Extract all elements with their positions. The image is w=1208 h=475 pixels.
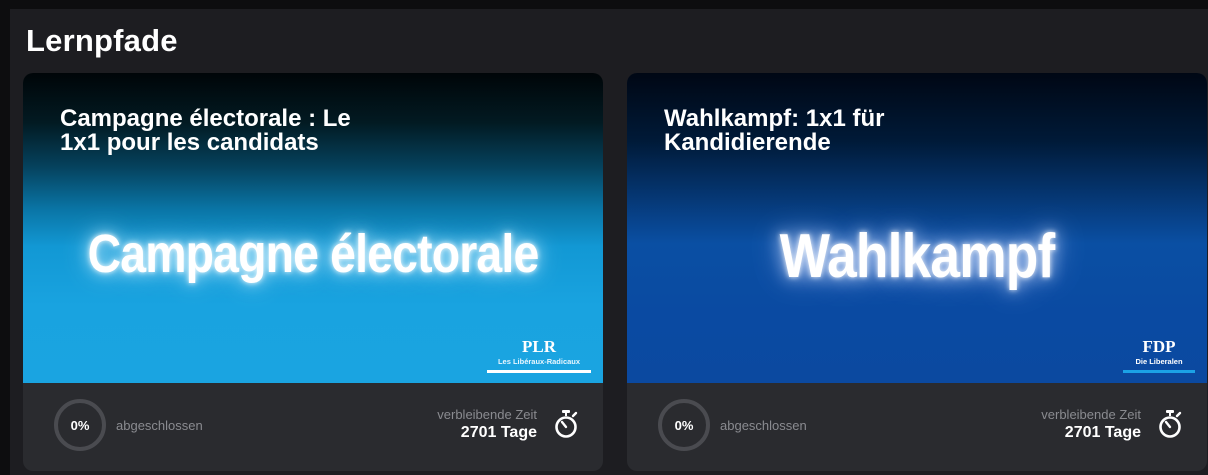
remaining-time: verbleibende Zeit 2701 Tage — [437, 407, 537, 443]
remaining-time: verbleibende Zeit 2701 Tage — [1041, 407, 1141, 443]
fdp-logo: FDP Die Liberalen — [1123, 338, 1195, 373]
learning-paths-panel: Lernpfade Campagne électorale : Le 1x1 p… — [10, 9, 1208, 475]
card-footer: 0% abgeschlossen verbleibende Zeit 2701 … — [627, 383, 1207, 471]
stopwatch-icon — [555, 410, 578, 438]
remaining-time-label: verbleibende Zeit — [1041, 407, 1141, 422]
remaining-time-value: 2701 Tage — [460, 424, 537, 441]
logo-sub-text: Les Libéraux-Radicaux — [497, 357, 581, 366]
card-banner[interactable]: Campagne électorale : Le 1x1 pour les ca… — [23, 73, 603, 383]
card-title: Wahlkampf: 1x1 für Kandidierende — [664, 107, 1044, 155]
progress-ring: 0% — [54, 399, 106, 451]
logo-main-text: FDP — [1142, 337, 1176, 356]
banner-glow-text: Wahlkampf — [779, 222, 1056, 291]
card-footer: 0% abgeschlossen verbleibende Zeit 2701 … — [23, 383, 603, 471]
remaining-time-value: 2701 Tage — [1064, 424, 1141, 441]
progress-label: abgeschlossen — [720, 418, 807, 433]
progress-ring: 0% — [658, 399, 710, 451]
plr-logo: PLR Les Libéraux-Radicaux — [487, 338, 591, 373]
card-title-line: Campagne électorale : Le — [60, 105, 351, 132]
banner-glow-text: Campagne électorale — [87, 224, 540, 284]
learning-path-card[interactable]: Campagne électorale : Le 1x1 pour les ca… — [23, 73, 603, 471]
logo-sub-text: Die Liberalen — [1135, 357, 1183, 366]
logo-main-text: PLR — [522, 337, 556, 356]
card-title-line: Kandidierende — [664, 129, 831, 156]
progress-label: abgeschlossen — [116, 418, 203, 433]
learning-path-card[interactable]: Wahlkampf: 1x1 für Kandidierende Wahlkam… — [627, 73, 1207, 471]
logo-underline — [1123, 370, 1195, 373]
logo-underline — [487, 370, 591, 373]
card-title: Campagne électorale : Le 1x1 pour les ca… — [60, 107, 440, 155]
card-title-line: 1x1 pour les candidats — [60, 129, 319, 156]
remaining-time-label: verbleibende Zeit — [437, 407, 537, 422]
card-title-line: Wahlkampf: 1x1 für — [664, 105, 885, 132]
stopwatch-icon — [1159, 410, 1182, 438]
section-title: Lernpfade — [26, 23, 178, 58]
card-banner[interactable]: Wahlkampf: 1x1 für Kandidierende Wahlkam… — [627, 73, 1207, 383]
